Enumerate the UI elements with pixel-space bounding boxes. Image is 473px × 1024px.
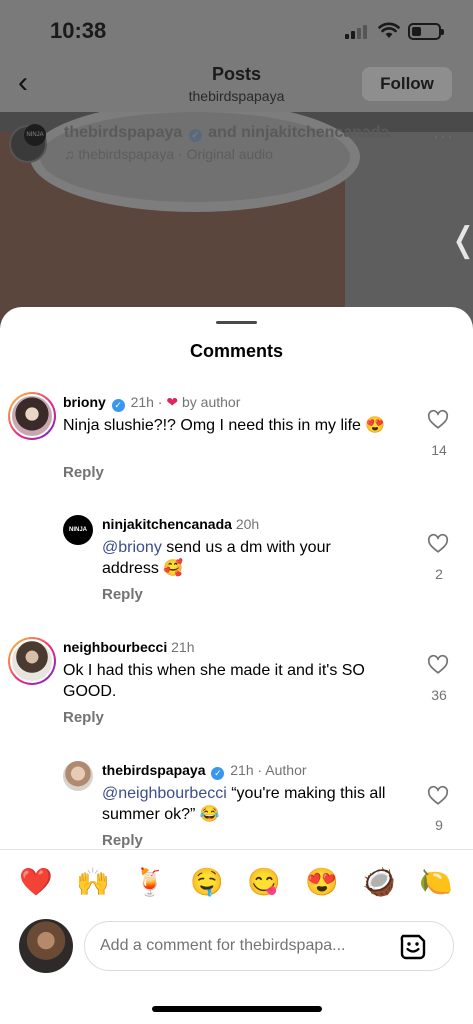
comment-text: @neighbourbecci “you're making this all … — [102, 785, 386, 823]
story-ring[interactable] — [8, 637, 56, 685]
comment-username[interactable]: thebirdspapaya — [102, 762, 205, 778]
comment-header: neighbourbecci 21h — [63, 639, 194, 655]
comment-reply-item: NINJA ninjakitchencanada 20h @briony sen… — [0, 513, 473, 613]
quick-emoji-bar: ❤️ 🙌 🍹 🤤 😋 😍 🥥 🍋 — [0, 862, 473, 906]
post-collab: and ninjakitchencanada — [208, 124, 390, 141]
comment-header: thebirdspapaya ✓ 21h · Author — [102, 762, 307, 780]
mention-link[interactable]: @briony — [102, 539, 162, 556]
side-chevron-icon[interactable]: ❬ — [449, 220, 473, 260]
comment-header: ninjakitchencanada 20h — [102, 516, 259, 532]
avatar — [10, 394, 54, 438]
avatar[interactable] — [63, 761, 93, 791]
music-note-icon: ♫ — [64, 146, 79, 162]
like-count: 36 — [431, 687, 447, 703]
signal-icon — [345, 25, 371, 39]
verified-badge-icon: ✓ — [211, 767, 225, 780]
like-count: 2 — [435, 566, 443, 582]
comment-item: neighbourbecci 21h Ok I had this when sh… — [0, 636, 473, 736]
liked-by-author-heart-icon: ❤ — [166, 394, 179, 410]
comment-username[interactable]: briony — [63, 394, 106, 410]
emoji-drooling-face[interactable]: 🤤 — [187, 862, 227, 902]
heart-outline-icon[interactable] — [427, 533, 449, 555]
mention-link[interactable]: @neighbourbecci — [102, 785, 227, 802]
comment-text: Ninja slushie?!? Omg I need this in my l… — [63, 417, 386, 434]
avatar[interactable]: NINJA — [63, 515, 93, 545]
sheet-grabber[interactable] — [216, 321, 257, 324]
emoji-heart[interactable]: ❤️ — [16, 862, 56, 902]
comment-composer — [0, 917, 473, 977]
comments-title: Comments — [189, 341, 283, 361]
emoji-lemon[interactable]: 🍋 — [416, 862, 456, 902]
comments-sheet: Comments briony ✓ 21h · ❤ by author Ninj… — [0, 307, 473, 1024]
like-count: 9 — [435, 817, 443, 833]
reply-button[interactable]: Reply — [63, 709, 104, 726]
post-usernames[interactable]: thebirdspapaya ✓ and ninjakitchencanada — [64, 124, 390, 142]
like-count: 14 — [431, 442, 447, 458]
wifi-icon — [378, 22, 400, 38]
reply-button[interactable]: Reply — [63, 464, 104, 481]
emoji-coconut[interactable]: 🥥 — [359, 862, 399, 902]
comment-username[interactable]: neighbourbecci — [63, 639, 167, 655]
comment-header: briony ✓ 21h · ❤ by author — [63, 394, 240, 412]
comment-item: briony ✓ 21h · ❤ by author Ninja slushie… — [0, 391, 473, 491]
emoji-yum-face[interactable]: 😋 — [244, 862, 284, 902]
emoji-raised-hands[interactable]: 🙌 — [73, 862, 113, 902]
comment-time: 21h · Author — [230, 762, 307, 778]
post-username: thebirdspapaya — [64, 124, 183, 141]
post-audio[interactable]: ♫ thebirdspapaya · Original audio — [64, 146, 273, 162]
home-indicator — [152, 1006, 322, 1012]
status-bar: 10:38 — [0, 0, 473, 60]
story-ring[interactable] — [8, 392, 56, 440]
reply-button[interactable]: Reply — [102, 832, 143, 849]
heart-outline-icon[interactable] — [427, 654, 449, 676]
top-nav: ‹ Posts thebirdspapaya Follow — [0, 60, 473, 112]
heart-outline-icon[interactable] — [427, 409, 449, 431]
comment-reply-item: thebirdspapaya ✓ 21h · Author @neighbour… — [0, 759, 473, 849]
liked-by-author: by author — [182, 394, 241, 410]
comment-time: 20h — [235, 516, 260, 532]
battery-icon — [408, 23, 444, 40]
follow-button[interactable]: Follow — [362, 67, 452, 101]
more-options-icon[interactable]: ··· — [433, 126, 454, 147]
verified-badge-icon: ✓ — [188, 129, 202, 142]
comment-time: 21h — [171, 639, 195, 655]
comment-text: @briony send us a dm with your address 🥰 — [102, 539, 331, 577]
comment-time: 21h · — [130, 394, 163, 410]
post-avatar-ninja[interactable]: NINJA — [24, 124, 46, 146]
avatar — [10, 639, 54, 683]
sticker-icon[interactable] — [398, 932, 428, 962]
emoji-heart-eyes[interactable]: 😍 — [302, 862, 342, 902]
comment-username[interactable]: ninjakitchencanada — [102, 516, 232, 532]
comment-text: Ok I had this when she made it and it's … — [63, 662, 365, 700]
verified-badge-icon: ✓ — [111, 399, 125, 412]
status-time: 10:38 — [50, 18, 107, 43]
current-user-avatar — [19, 919, 73, 973]
divider — [0, 849, 473, 850]
reply-button[interactable]: Reply — [102, 586, 143, 603]
heart-outline-icon[interactable] — [427, 785, 449, 807]
emoji-tropical-drink[interactable]: 🍹 — [130, 862, 170, 902]
